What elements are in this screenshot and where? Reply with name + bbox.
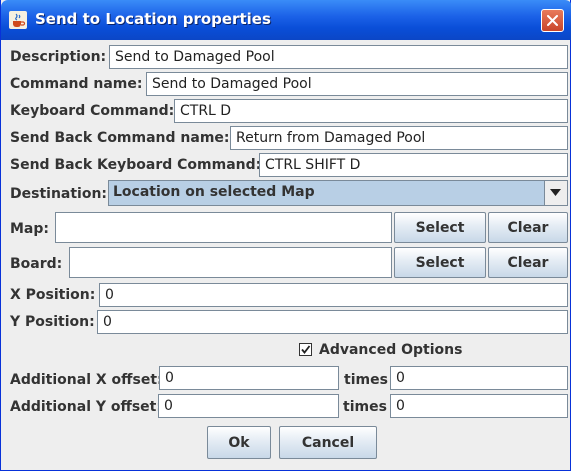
description-field[interactable]	[109, 45, 568, 69]
keyboard-command-field[interactable]	[174, 99, 568, 123]
advanced-options-label[interactable]: Advanced Options	[319, 341, 462, 359]
additional-x-times-field[interactable]	[390, 366, 568, 390]
description-label: Description:	[10, 49, 107, 65]
ok-button[interactable]: Ok	[207, 426, 271, 459]
send-back-keyboard-command-label: Send Back Keyboard Command:	[10, 157, 262, 173]
map-label: Map:	[10, 221, 49, 237]
additional-y-times-label: times	[343, 399, 387, 415]
destination-selected-value: Location on selected Map	[113, 184, 315, 200]
additional-y-offset-field[interactable]	[158, 394, 339, 418]
close-icon	[547, 15, 558, 26]
command-name-field[interactable]	[146, 72, 568, 96]
y-position-label: Y Position:	[10, 314, 95, 330]
map-clear-button[interactable]: Clear	[488, 212, 568, 243]
send-back-command-name-field[interactable]	[230, 126, 568, 150]
board-label: Board:	[10, 256, 63, 272]
advanced-options-checkbox[interactable]	[299, 343, 312, 356]
destination-dropdown[interactable]: Location on selected Map	[108, 180, 568, 206]
keyboard-command-label: Keyboard Command:	[10, 103, 175, 119]
dialog-window: Send to Location properties Description:…	[0, 0, 571, 471]
additional-y-times-field[interactable]	[390, 394, 568, 418]
additional-x-times-label: times	[344, 372, 388, 388]
y-position-field[interactable]	[97, 310, 568, 334]
cancel-button[interactable]: Cancel	[279, 426, 377, 459]
dropdown-arrow-button[interactable]	[544, 181, 567, 205]
map-field[interactable]	[55, 212, 392, 243]
destination-label: Destination:	[10, 186, 108, 202]
java-coffee-cup-icon	[9, 11, 27, 29]
x-position-field[interactable]	[99, 283, 568, 307]
board-clear-button[interactable]: Clear	[488, 247, 568, 278]
chevron-down-icon	[550, 189, 561, 196]
board-field[interactable]	[69, 247, 392, 278]
x-position-label: X Position:	[10, 287, 96, 303]
close-button[interactable]	[541, 9, 564, 32]
board-select-button[interactable]: Select	[394, 247, 486, 278]
checkmark-icon	[301, 345, 311, 354]
additional-x-offset-label: Additional X offset:	[10, 372, 163, 388]
title-bar[interactable]: Send to Location properties	[1, 0, 571, 40]
send-back-command-name-label: Send Back Command name:	[10, 130, 230, 146]
map-select-button[interactable]: Select	[394, 212, 486, 243]
command-name-label: Command name:	[10, 76, 143, 92]
send-back-keyboard-command-field[interactable]	[259, 153, 568, 177]
additional-y-offset-label: Additional Y offset:	[10, 399, 162, 415]
additional-x-offset-field[interactable]	[159, 366, 339, 390]
window-title: Send to Location properties	[35, 10, 271, 28]
